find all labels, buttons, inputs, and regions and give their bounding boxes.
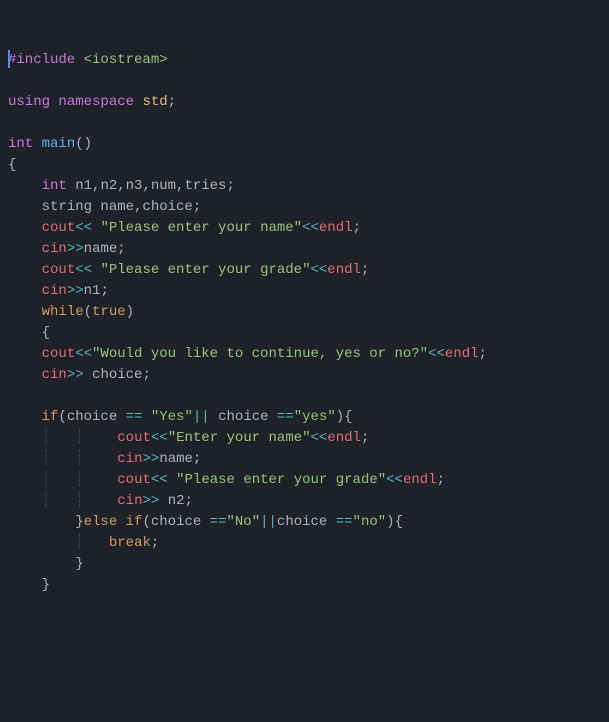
text-cursor — [8, 50, 10, 68]
code-block: #include <iostream> using namespace std;… — [8, 50, 601, 596]
type-int: int — [8, 136, 33, 152]
preproc: #include — [8, 52, 75, 68]
keyword-using: using — [8, 94, 50, 110]
keyword-break: break — [109, 535, 151, 551]
keyword-else: else — [84, 514, 118, 530]
fn-main: main — [42, 136, 76, 152]
keyword-if: if — [42, 409, 59, 425]
keyword-while: while — [42, 304, 84, 320]
namespace-std: std — [142, 94, 167, 110]
include-header: <iostream> — [84, 52, 168, 68]
keyword-namespace: namespace — [58, 94, 134, 110]
